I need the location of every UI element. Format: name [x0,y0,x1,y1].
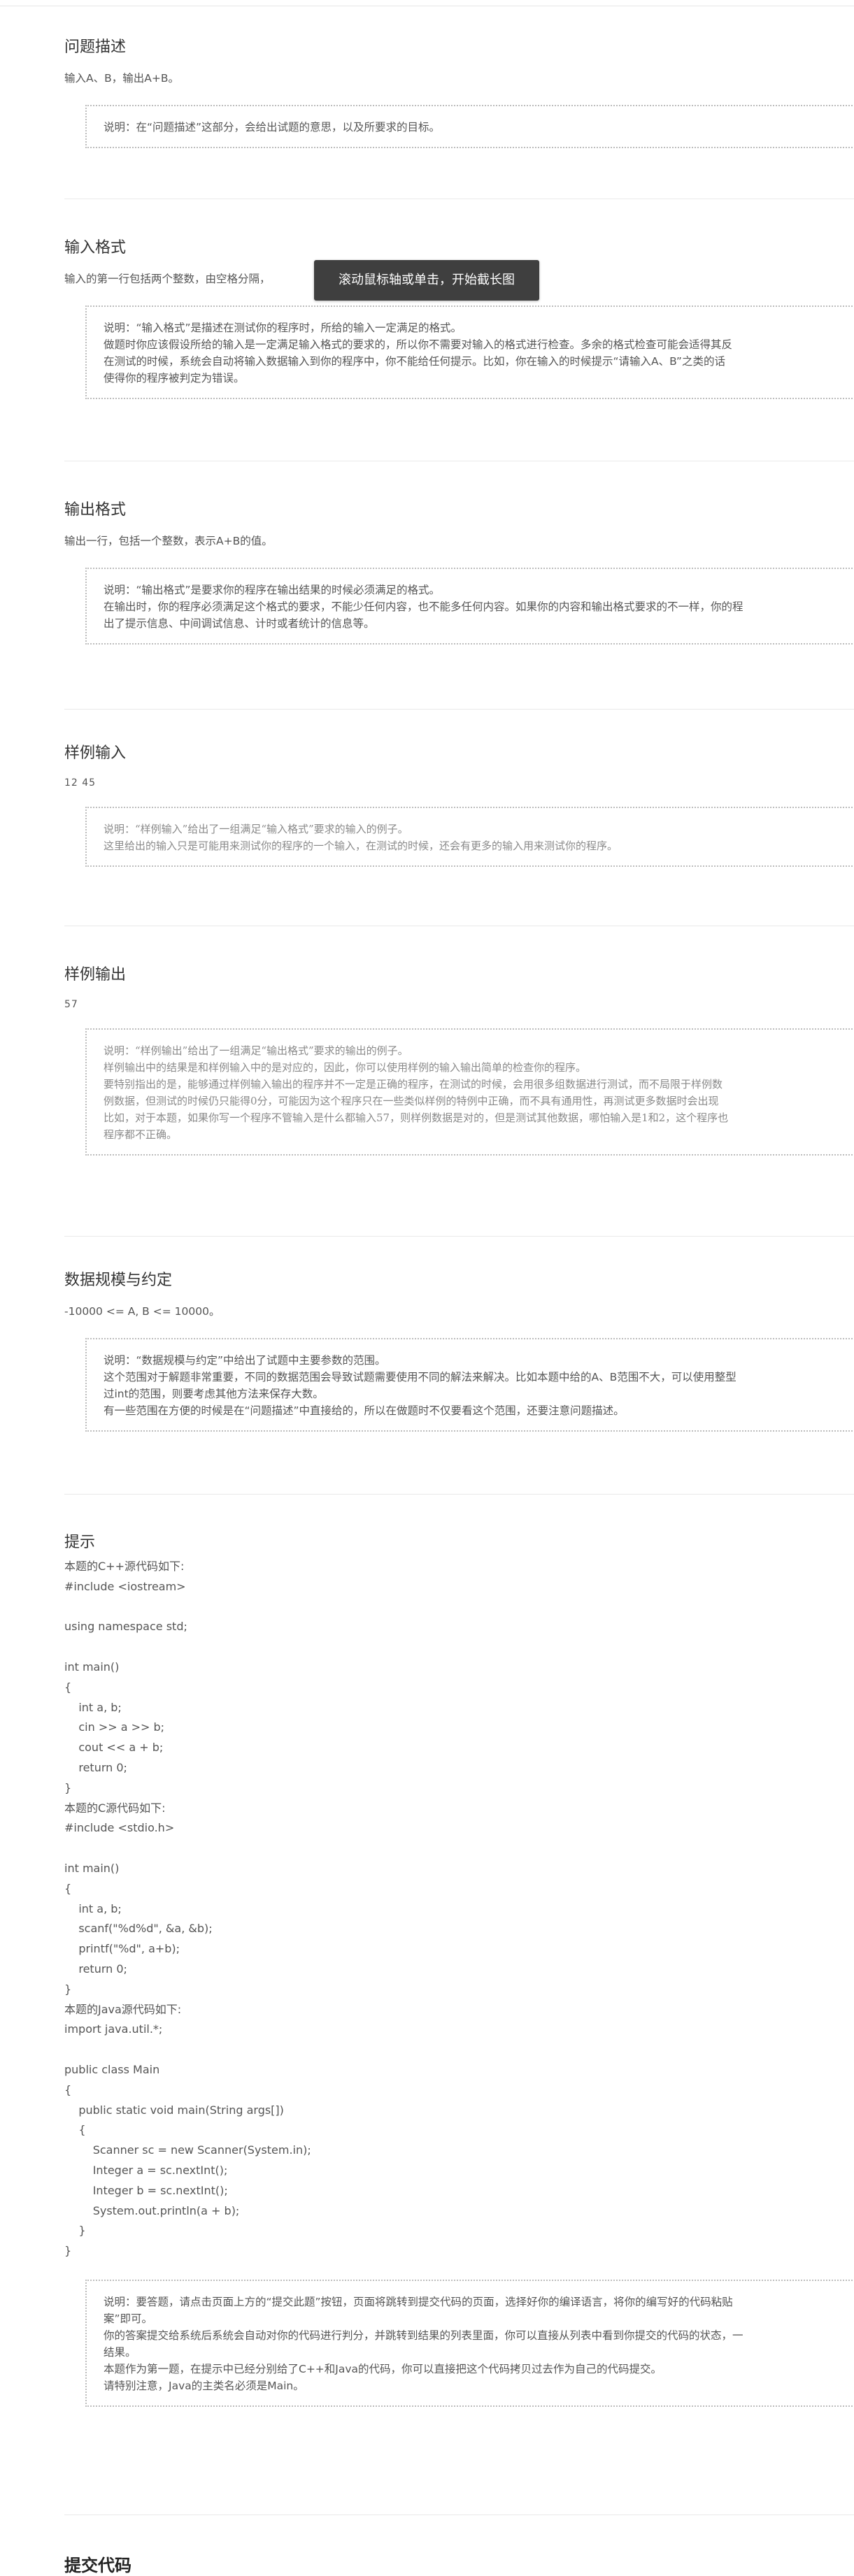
note-line: 结果。 [104,2345,136,2359]
screenshot-tooltip[interactable]: 滚动鼠标轴或单击，开始截长图 [314,260,539,301]
note-line: 说明：要答题，请点击页面上方的“提交此题”按钮，页面将跳转到提交代码的页面，选择… [104,2295,733,2308]
section-title-submit: 提交代码 [64,2556,131,2575]
note-line: 过int的范围，则要考虑其他方法来保存大数。 [104,1388,324,1400]
code-line: Integer b = sc.nextInt(); [64,2183,228,2197]
divider [64,1494,854,1495]
section-title-output-format: 输出格式 [64,501,127,519]
code-line: return 0; [64,1962,127,1976]
problem-note: 说明：在“问题描述”这部分，会给出试题的意思，以及所要求的目标。 [85,105,854,148]
input-format-note: 说明：“输入格式”是描述在测试你的程序时，所给的输入一定满足的格式。 做题时你应… [85,305,854,399]
top-divider [0,0,854,6]
section-title-problem: 问题描述 [64,38,127,56]
note-line: 样例输出中的结果是和样例输入中的是对应的，因此，你可以使用样例的输入输出简单的检… [104,1061,587,1074]
note-line: 请特别注意，Java的主类名必须是Main。 [104,2379,304,2392]
code-line: #include <iostream> [64,1579,186,1593]
note-line: 程序都不正确。 [104,1128,178,1141]
section-title-sample-output: 样例输出 [64,966,127,984]
note-line: 比如，对于本题，如果你写一个程序不管输入是什么都输入57，则样例数据是对的，但是… [104,1111,729,1124]
code-line: int main() [64,1660,120,1674]
note-line: 使得你的程序被判定为错误。 [104,372,245,384]
code-line: 本题的Java源代码如下: [64,2002,182,2016]
code-line: cin >> a >> b; [64,1720,165,1734]
note-line: 做题时你应该假设所给的输入是一定满足输入格式的要求的，所以你不需要对输入的格式进… [104,338,733,351]
section-hint: 提示 本题的C++源代码如下: #include <iostream> usin… [64,1533,854,2407]
section-data-scale: 数据规模与约定 -10000 <= A, B <= 10000。 说明：“数据规… [64,1271,854,1432]
sample-output-value: 57 [64,999,78,1010]
hint-code-block: 本题的C++源代码如下: #include <iostream> using n… [64,1557,854,2261]
section-title-sample-input: 样例输入 [64,744,127,762]
note-line: 有一些范围在方便的时候是在“问题描述”中直接给的，所以在做题时不仅要看这个范围，… [104,1404,625,1417]
code-line: using namespace std; [64,1620,187,1634]
code-line: Integer a = sc.nextInt(); [64,2163,228,2177]
code-line: } [64,1780,72,1794]
section-title-data-scale: 数据规模与约定 [64,1272,173,1289]
note-line: 出了提示信息、中间调试信息、计时或者统计的信息等。 [104,617,375,630]
code-line: return 0; [64,1760,127,1774]
code-line: int a, b; [64,1901,122,1915]
code-line: cout << a + b; [64,1741,164,1755]
code-line: } [64,2224,86,2238]
note-line: 说明：“样例输出”给出了一组满足“输出格式”要求的输出的例子。 [104,1044,408,1057]
code-line: printf("%d", a+b); [64,1942,180,1956]
code-line: } [64,1982,72,1996]
code-line: public static void main(String args[]) [64,2103,284,2117]
note-line: 在输出时，你的程序必须满足这个格式的要求，不能少任何内容，也不能多任何内容。如果… [104,600,743,613]
note-line: 要特别指出的是，能够通过样例输入输出的程序并不一定是正确的程序，在测试的时候，会… [104,1078,723,1091]
note-line: 说明：在“问题描述”这部分，会给出试题的意思，以及所要求的目标。 [104,121,441,134]
code-line: { [64,1680,72,1694]
sample-input-value: 12 45 [64,777,97,789]
code-line: 本题的C++源代码如下: [64,1560,185,1573]
section-sample-output: 样例输出 57 说明：“样例输出”给出了一组满足“输出格式”要求的输出的例子。 … [64,965,854,1156]
divider [64,709,854,710]
code-line: { [64,1881,72,1895]
hint-note: 说明：要答题，请点击页面上方的“提交此题”按钮，页面将跳转到提交代码的页面，选择… [85,2279,854,2407]
code-line: System.out.println(a + b); [64,2203,240,2217]
code-line: } [64,2244,72,2258]
code-line: public class Main [64,2062,160,2076]
data-scale-text: -10000 <= A, B <= 10000。 [64,1305,220,1318]
note-line: 这里给出的输入只是可能用来测试你的程序的一个输入，在测试的时候，还会有更多的输入… [104,840,618,852]
code-line: scanf("%d%d", &a, &b); [64,1922,213,1936]
note-line: 说明：“数据规模与约定”中给出了试题中主要参数的范围。 [104,1354,386,1367]
note-line: 这个范围对于解题非常重要，不同的数据范围会导致试题需要使用不同的解法来解决。比如… [104,1371,736,1383]
code-line: #include <stdio.h> [64,1821,175,1835]
section-sample-input: 样例输入 12 45 说明：“样例输入”给出了一组满足“输入格式”要求的输入的例… [64,744,854,867]
code-line: import java.util.*; [64,2022,163,2036]
code-line: { [64,2123,86,2137]
code-line: int main() [64,1861,120,1875]
code-line: 本题的C源代码如下: [64,1801,166,1815]
data-scale-note: 说明：“数据规模与约定”中给出了试题中主要参数的范围。 这个范围对于解题非常重要… [85,1338,854,1432]
section-title-hint: 提示 [64,1534,96,1551]
sample-input-note: 说明：“样例输入”给出了一组满足“输入格式”要求的输入的例子。 这里给出的输入只… [85,807,854,867]
divider [64,2514,854,2515]
note-line: 说明：“输入格式”是描述在测试你的程序时，所给的输入一定满足的格式。 [104,322,462,334]
note-line: 在测试的时候，系统会自动将输入数据输入到你的程序中，你不能给任何提示。比如，你在… [104,355,725,368]
output-format-text: 输出一行，包括一个整数，表示A+B的值。 [64,535,273,547]
section-output-format: 输出格式 输出一行，包括一个整数，表示A+B的值。 说明：“输出格式”是要求你的… [64,501,854,645]
code-line: { [64,2082,72,2096]
sample-output-note: 说明：“样例输出”给出了一组满足“输出格式”要求的输出的例子。 样例输出中的结果… [85,1028,854,1156]
note-line: 说明：“输出格式”是要求你的程序在输出结果的时候必须满足的格式。 [104,584,441,596]
note-line: 说明：“样例输入”给出了一组满足“输入格式”要求的输入的例子。 [104,823,408,835]
note-line: 例数据，但测试的时候仍只能得0分，可能因为这个程序只在一些类似样例的特例中正确，… [104,1095,719,1107]
section-problem: 问题描述 输入A、B，输出A+B。 说明：在“问题描述”这部分，会给出试题的意思… [64,38,854,148]
section-title-input-format: 输入格式 [64,239,127,257]
note-line: 案”即可。 [104,2312,153,2325]
code-line: int a, b; [64,1700,122,1714]
note-line: 本题作为第一题，在提示中已经分别给了C++和Java的代码，你可以直接把这个代码… [104,2362,662,2375]
note-line: 你的答案提交给系统后系统会自动对你的代码进行判分，并跳转到结果的列表里面，你可以… [104,2329,743,2342]
output-format-note: 说明：“输出格式”是要求你的程序在输出结果的时候必须满足的格式。 在输出时，你的… [85,568,854,645]
divider [64,1236,854,1237]
code-line: Scanner sc = new Scanner(System.in); [64,2143,311,2157]
problem-text: 输入A、B，输出A+B。 [64,72,179,85]
